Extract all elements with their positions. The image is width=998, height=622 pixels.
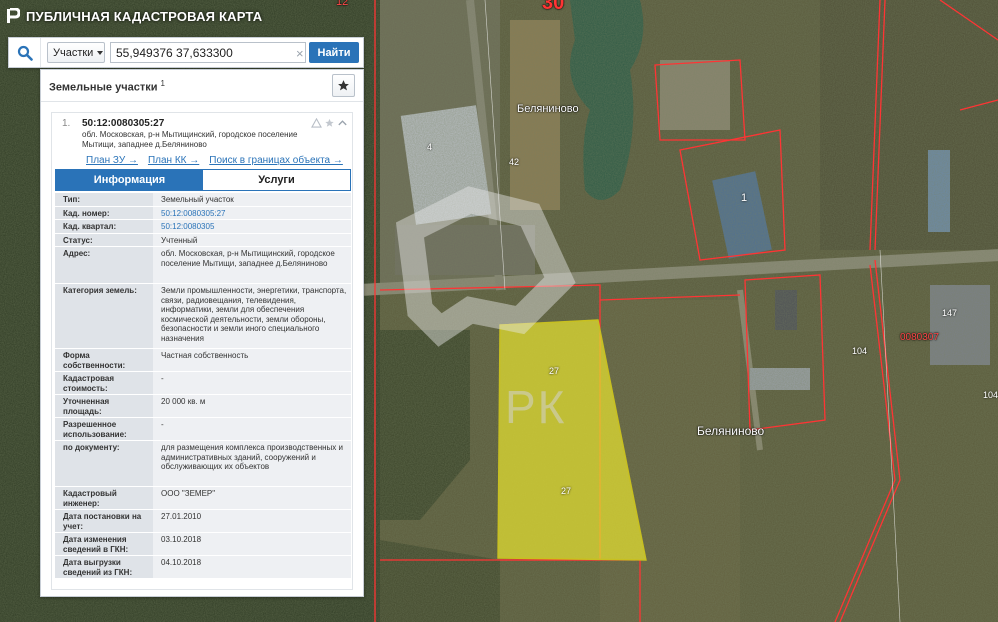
table-row: Кадастровая стоимость: - — [55, 372, 351, 395]
table-row: Дата выгрузки сведений из ГКН: 04.10.2018 — [55, 556, 351, 579]
chevron-down-icon — [97, 50, 104, 55]
table-row: Разрешенное использование: - — [55, 418, 351, 441]
card-tabs: Информация Услуги — [55, 169, 351, 191]
parcel-number-104-b: 104 — [983, 390, 998, 400]
parcel-number-104-a: 104 — [852, 346, 868, 356]
results-panel: Земельные участки 1 1. 50:12:0080305:27 … — [40, 69, 364, 597]
chevron-up-icon[interactable] — [337, 118, 348, 128]
find-button[interactable]: Найти — [309, 42, 359, 63]
panel-header: Земельные участки 1 — [41, 70, 363, 102]
parcel-number-147: 147 — [942, 308, 958, 318]
table-row: Дата постановки на учет: 27.01.2010 — [55, 510, 351, 533]
card-actions — [311, 118, 348, 128]
tab-services[interactable]: Услуги — [203, 170, 350, 190]
village-label-top: Беляниново — [517, 103, 579, 115]
search-input[interactable] — [110, 42, 306, 63]
star-icon — [338, 80, 349, 91]
building-number-1: 1 — [741, 192, 748, 204]
warning-icon[interactable] — [311, 118, 322, 128]
table-row: Кад. квартал: 50:12:0080305 — [55, 220, 351, 234]
table-row: Уточненная площадь: 20 000 кв. м — [55, 395, 351, 418]
tab-information[interactable]: Информация — [56, 170, 203, 190]
app-title: ПУБЛИЧНАЯ КАДАСТРОВАЯ КАРТА — [26, 8, 263, 24]
card-address: обл. Московская, р-н Мытищинский, городс… — [82, 130, 298, 149]
watermark-text: РК — [505, 381, 567, 433]
table-row: Форма собственности: Частная собственност… — [55, 349, 351, 372]
table-row: Дата изменения сведений в ГКН: 03.10.2018 — [55, 533, 351, 556]
table-row: Адрес: обл. Московская, р-н Мытищинский, … — [55, 247, 351, 284]
top-number-30: 30 — [542, 0, 565, 14]
quarter-label: 0080307 — [900, 332, 939, 343]
plan-zu-link[interactable]: План ЗУ → — [86, 155, 138, 166]
clear-input-icon[interactable]: × — [296, 46, 304, 61]
table-row: Кадастровый инженер: ООО "ЗЕМЕР" — [55, 487, 351, 510]
rosreestr-logo-icon — [7, 8, 20, 23]
favorite-button[interactable] — [332, 74, 355, 97]
search-icon — [17, 45, 33, 61]
parcel-card: 1. 50:12:0080305:27 обл. Московская, р-н… — [51, 112, 353, 590]
table-row: Кад. номер: 50:12:0080305:27 — [55, 206, 351, 220]
search-type-label: Участки — [53, 46, 94, 59]
parcel-number-42: 42 — [509, 157, 520, 167]
village-label-bottom: Беляниново — [697, 424, 765, 438]
results-count: 1 — [160, 79, 165, 88]
top-number-12: 12 — [336, 0, 349, 8]
card-links: План ЗУ → План КК → Поиск в границах объ… — [86, 155, 343, 166]
star-icon[interactable] — [324, 118, 335, 128]
table-row: Статус: Учтенный — [55, 233, 351, 247]
table-row: Категория земель: Земли промышленности, э… — [55, 284, 351, 349]
card-cadastral-number[interactable]: 50:12:0080305:27 — [82, 118, 164, 129]
app-header: ПУБЛИЧНАЯ КАДАСТРОВАЯ КАРТА — [6, 6, 262, 26]
search-icon-button[interactable] — [9, 38, 41, 67]
cadastral-quarter-link[interactable]: 50:12:0080305 — [153, 220, 351, 233]
plan-kk-link[interactable]: План КК → — [148, 155, 199, 166]
result-index: 1. — [62, 118, 71, 129]
building-number-4: 4 — [427, 142, 433, 152]
panel-title: Земельные участки 1 — [49, 79, 165, 94]
table-row: Тип: Земельный участок — [55, 193, 351, 207]
cadastral-number-link[interactable]: 50:12:0080305:27 — [153, 206, 351, 219]
parcel-number-27-center: 27 — [561, 486, 572, 496]
search-in-bounds-link[interactable]: Поиск в границах объекта → — [209, 155, 343, 166]
info-table: Тип: Земельный участок Кад. номер: 50:12:0… — [55, 193, 351, 579]
parcel-number-27-top: 27 — [549, 366, 560, 376]
table-row: по документу: для размещения комплекса пр… — [55, 441, 351, 487]
search-bar: Участки × Найти — [8, 37, 364, 68]
search-type-select[interactable]: Участки — [47, 42, 105, 63]
